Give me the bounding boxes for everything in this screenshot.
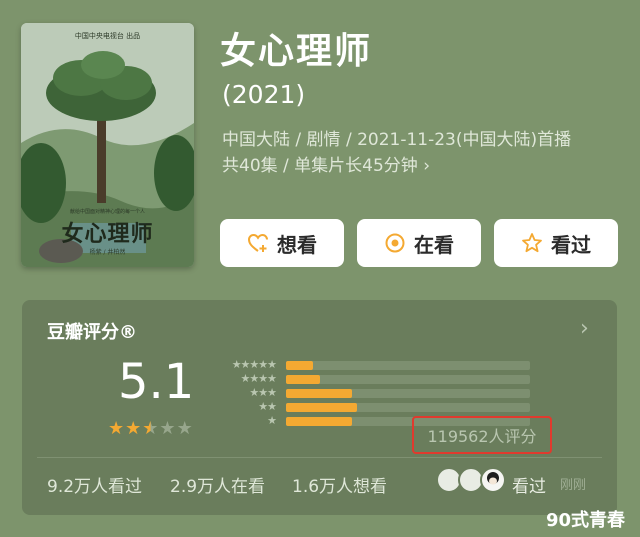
- watching-label: 在看: [414, 232, 454, 257]
- star-icon: ★: [142, 418, 160, 439]
- page-title: 女心理师: [220, 31, 373, 72]
- friends-time: 刚刚: [560, 478, 587, 493]
- friends-seen-label: 看过: [512, 477, 546, 497]
- meta-line-1: 中国大陆 / 剧情 / 2021-11-23(中国大陆)首播: [222, 130, 572, 150]
- release-year: (2021): [222, 80, 306, 109]
- poster-image[interactable]: 中国中央电视台 出品 献给中国面对精神心理的每一个人 女心理师 杨紫 / 井柏然: [21, 23, 194, 267]
- distribution-stars: ★★★★★: [231, 358, 277, 371]
- avatar: [480, 467, 506, 493]
- distribution-bar: [286, 375, 321, 384]
- rating-title: 豆瓣评分®: [47, 322, 137, 343]
- distribution-bar: [286, 403, 357, 412]
- chevron-right-icon: ›: [423, 156, 431, 176]
- target-icon: [384, 232, 406, 254]
- watching-button[interactable]: 在看: [357, 219, 481, 267]
- distribution-bar: [286, 389, 352, 398]
- distribution-stars: ★: [267, 414, 277, 427]
- divider: [37, 457, 602, 458]
- poster-tagline: 献给中国面对精神心理的每一个人: [69, 209, 145, 215]
- distribution-stars: ★★★★: [240, 372, 277, 385]
- seen-button[interactable]: 看过: [494, 219, 618, 267]
- chevron-right-icon[interactable]: ›: [580, 316, 589, 341]
- distribution-bar: [286, 361, 313, 370]
- star-icon: ★: [159, 418, 177, 439]
- want-to-watch-label: 想看: [277, 232, 317, 257]
- poster-title: 女心理师: [61, 221, 154, 247]
- want-to-watch-button[interactable]: 想看: [220, 219, 344, 267]
- rating-count[interactable]: 119562人评分: [412, 416, 552, 454]
- star-outline-icon: [521, 232, 543, 254]
- rating-count-text: 119562人评分: [427, 427, 537, 446]
- star-icon: ★: [125, 418, 143, 439]
- distribution-bar: [286, 417, 352, 426]
- watching-count[interactable]: 2.9万人在看: [170, 472, 265, 497]
- distribution-track: [286, 403, 530, 412]
- seen-count[interactable]: 9.2万人看过: [47, 472, 142, 497]
- rating-score: 5.1: [118, 354, 195, 410]
- star-icon: ★: [176, 418, 194, 439]
- distribution-track: [286, 375, 530, 384]
- distribution-stars: ★★★: [249, 386, 277, 399]
- meta-line-2-text: 共40集 / 单集片长45分钟: [222, 156, 418, 176]
- heart-plus-icon: [247, 232, 269, 254]
- rating-stars: ★★★★★: [108, 418, 194, 439]
- friend-avatars[interactable]: [436, 467, 508, 495]
- distribution-track: [286, 361, 530, 370]
- poster-top-text: 中国中央电视台 出品: [74, 32, 141, 40]
- seen-label: 看过: [551, 232, 591, 257]
- want-count[interactable]: 1.6万人想看: [292, 472, 387, 497]
- poster-cast: 杨紫 / 井柏然: [89, 249, 126, 256]
- distribution-track: [286, 389, 530, 398]
- star-icon: ★: [108, 418, 126, 439]
- meta-line-2: 共40集 / 单集片长45分钟 ›: [222, 153, 622, 179]
- watermark-text: 90式青春: [546, 510, 626, 531]
- meta-info[interactable]: 中国大陆 / 剧情 / 2021-11-23(中国大陆)首播 共40集 / 单集…: [222, 127, 622, 179]
- distribution-stars: ★★: [258, 400, 277, 413]
